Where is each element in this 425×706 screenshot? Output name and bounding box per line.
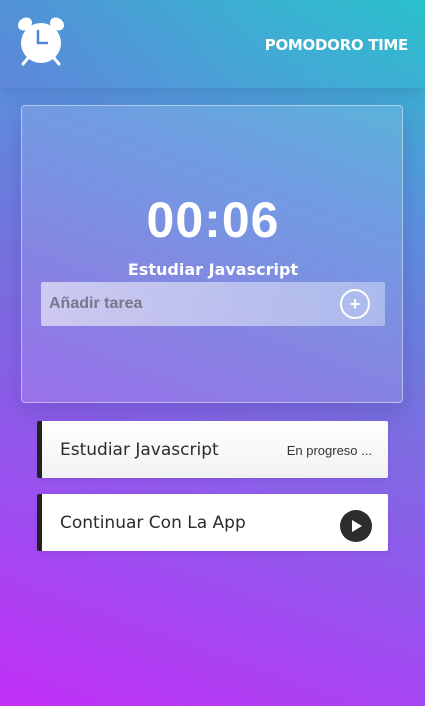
task-item[interactable]: Continuar Con La App xyxy=(37,494,388,551)
play-icon xyxy=(352,520,362,532)
current-task-label: Estudiar Javascript xyxy=(127,260,299,279)
task-input[interactable] xyxy=(41,282,331,326)
add-task-form: + xyxy=(41,282,385,326)
task-status: En progreso ... xyxy=(286,443,372,458)
task-name: Continuar Con La App xyxy=(60,513,246,533)
add-task-button[interactable]: + xyxy=(340,289,370,319)
timer-display: 00:06 xyxy=(146,192,280,248)
task-item-active[interactable]: Estudiar Javascript En progreso ... xyxy=(37,421,388,478)
task-name: Estudiar Javascript xyxy=(60,440,219,460)
app-header: POMODORO TIME xyxy=(0,0,425,88)
play-button[interactable] xyxy=(340,510,372,542)
timer-card: 00:06 Estudiar Javascript + xyxy=(21,105,403,403)
app-title: POMODORO TIME xyxy=(264,36,409,54)
plus-circle-icon: + xyxy=(349,294,361,314)
alarm-clock-icon xyxy=(17,17,65,66)
